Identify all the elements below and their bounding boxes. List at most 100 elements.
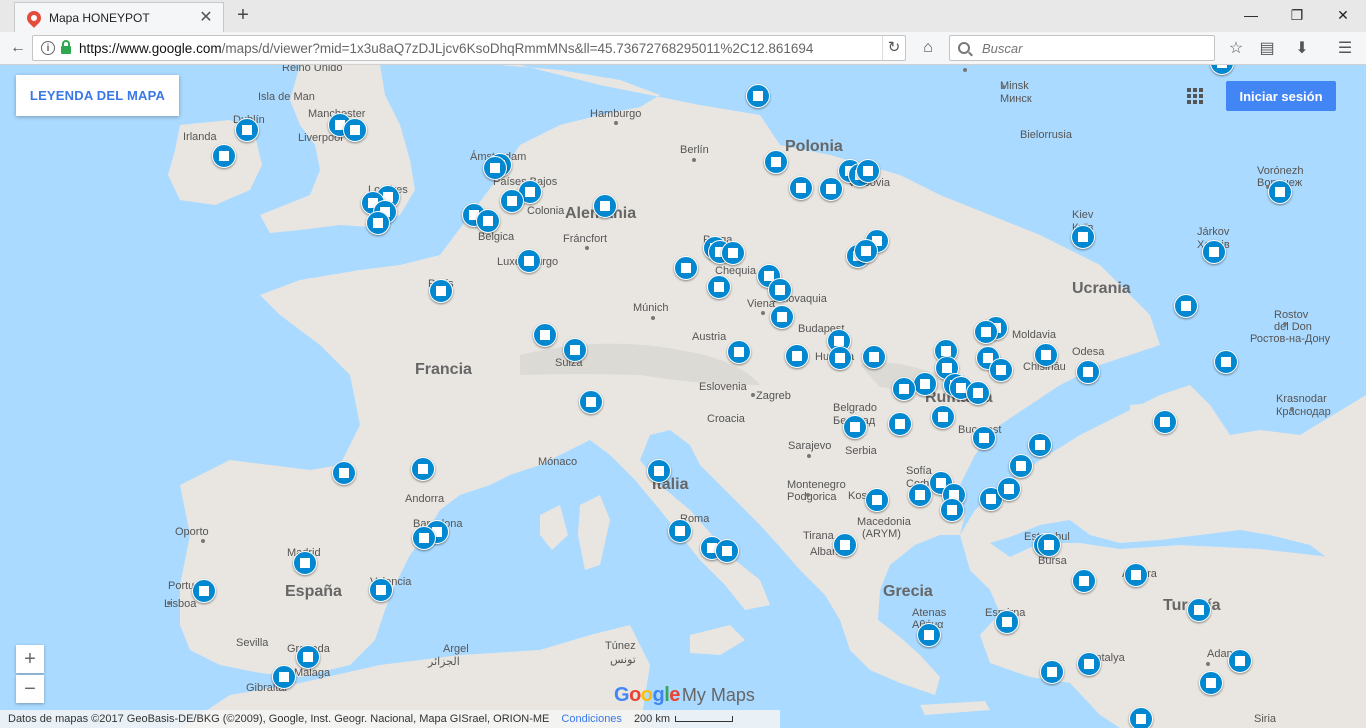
map-marker-pin[interactable] bbox=[647, 459, 671, 483]
map-marker-pin[interactable] bbox=[770, 305, 794, 329]
zoom-in-button[interactable]: + bbox=[16, 645, 44, 673]
map-marker-pin[interactable] bbox=[1071, 225, 1095, 249]
map-marker-pin[interactable] bbox=[833, 533, 857, 557]
bookmark-star-icon[interactable]: ☆ bbox=[1224, 36, 1248, 60]
new-tab-button[interactable]: + bbox=[234, 5, 252, 25]
map-marker-pin[interactable] bbox=[579, 390, 603, 414]
map-marker-pin[interactable] bbox=[721, 241, 745, 265]
map-marker-pin[interactable] bbox=[674, 256, 698, 280]
map-marker-pin[interactable] bbox=[517, 249, 541, 273]
close-window-button[interactable]: ✕ bbox=[1320, 0, 1366, 30]
map-marker-pin[interactable] bbox=[997, 477, 1021, 501]
map-marker-pin[interactable] bbox=[1009, 454, 1033, 478]
map-marker-pin[interactable] bbox=[1187, 598, 1211, 622]
map-marker-pin[interactable] bbox=[429, 279, 453, 303]
map-marker-pin[interactable] bbox=[1072, 569, 1096, 593]
minimize-button[interactable]: — bbox=[1228, 0, 1274, 30]
menu-icon[interactable]: ☰ bbox=[1333, 36, 1357, 60]
map-marker-pin[interactable] bbox=[917, 623, 941, 647]
map-marker-pin[interactable] bbox=[974, 320, 998, 344]
map-marker-pin[interactable] bbox=[476, 209, 500, 233]
map-marker-pin[interactable] bbox=[892, 377, 916, 401]
map-marker-pin[interactable] bbox=[533, 323, 557, 347]
url-text[interactable]: https://www.google.com/maps/d/viewer?mid… bbox=[79, 41, 882, 56]
map-marker-pin[interactable] bbox=[1129, 707, 1153, 728]
map-marker-pin[interactable] bbox=[1037, 533, 1061, 557]
map-marker-pin[interactable] bbox=[1199, 671, 1223, 695]
map-marker-pin[interactable] bbox=[192, 579, 216, 603]
map-marker-pin[interactable] bbox=[1228, 649, 1252, 673]
scale-label[interactable]: 200 km bbox=[634, 713, 670, 725]
map-marker-pin[interactable] bbox=[972, 426, 996, 450]
map-marker-pin[interactable] bbox=[212, 144, 236, 168]
map-marker-pin[interactable] bbox=[819, 177, 843, 201]
map-marker-pin[interactable] bbox=[1174, 294, 1198, 318]
map-marker-pin[interactable] bbox=[913, 372, 937, 396]
maximize-button[interactable]: ❐ bbox=[1274, 0, 1320, 30]
map-marker-pin[interactable] bbox=[500, 189, 524, 213]
map-marker-pin[interactable] bbox=[483, 156, 507, 180]
map-marker-pin[interactable] bbox=[343, 118, 367, 142]
map-marker-pin[interactable] bbox=[727, 340, 751, 364]
map-marker-pin[interactable] bbox=[989, 358, 1013, 382]
map-marker-pin[interactable] bbox=[1153, 410, 1177, 434]
address-bar[interactable]: i https://www.google.com/maps/d/viewer?m… bbox=[32, 35, 906, 61]
map-marker-pin[interactable] bbox=[931, 405, 955, 429]
map-marker-pin[interactable] bbox=[854, 239, 878, 263]
map-marker-pin[interactable] bbox=[856, 159, 880, 183]
reading-list-icon[interactable]: ▤ bbox=[1255, 36, 1279, 60]
info-icon[interactable]: i bbox=[41, 41, 55, 55]
map-marker-pin[interactable] bbox=[369, 578, 393, 602]
map-marker-pin[interactable] bbox=[366, 211, 390, 235]
map-marker-pin[interactable] bbox=[412, 526, 436, 550]
tab-close-icon[interactable]: ✕ bbox=[199, 9, 213, 25]
map-marker-pin[interactable] bbox=[940, 498, 964, 522]
map-marker-pin[interactable] bbox=[785, 344, 809, 368]
map-marker-pin[interactable] bbox=[593, 194, 617, 218]
map-marker-pin[interactable] bbox=[1124, 563, 1148, 587]
home-icon[interactable]: ⌂ bbox=[916, 36, 940, 60]
map-marker-pin[interactable] bbox=[908, 483, 932, 507]
map-marker-pin[interactable] bbox=[235, 118, 259, 142]
map-marker-pin[interactable] bbox=[828, 346, 852, 370]
map-marker-pin[interactable] bbox=[563, 338, 587, 362]
map-marker-pin[interactable] bbox=[272, 665, 296, 689]
map-marker-pin[interactable] bbox=[668, 519, 692, 543]
downloads-icon[interactable]: ⬇ bbox=[1290, 36, 1314, 60]
browser-tab[interactable]: Mapa HONEYPOT ✕ bbox=[14, 2, 224, 32]
map-marker-pin[interactable] bbox=[995, 610, 1019, 634]
map-marker-pin[interactable] bbox=[746, 84, 770, 108]
terms-link[interactable]: Condiciones bbox=[561, 713, 622, 725]
map-marker-pin[interactable] bbox=[1076, 360, 1100, 384]
map-marker-pin[interactable] bbox=[862, 345, 886, 369]
search-input[interactable] bbox=[980, 39, 1204, 57]
map-marker-pin[interactable] bbox=[1202, 240, 1226, 264]
map-marker-pin[interactable] bbox=[1028, 433, 1052, 457]
map-marker-pin[interactable] bbox=[768, 278, 792, 302]
map-marker-pin[interactable] bbox=[888, 412, 912, 436]
map-marker-pin[interactable] bbox=[707, 275, 731, 299]
map-marker-pin[interactable] bbox=[1214, 350, 1238, 374]
map-marker-pin[interactable] bbox=[715, 539, 739, 563]
map-legend-button[interactable]: LEYENDA DEL MAPA bbox=[16, 75, 179, 116]
map-marker-pin[interactable] bbox=[843, 415, 867, 439]
map-marker-pin[interactable] bbox=[865, 488, 889, 512]
map-marker-pin[interactable] bbox=[1040, 660, 1064, 684]
search-box[interactable] bbox=[949, 35, 1215, 61]
map-marker-pin[interactable] bbox=[1077, 652, 1101, 676]
reload-icon[interactable]: ↻ bbox=[882, 36, 905, 60]
map-marker-pin[interactable] bbox=[764, 150, 788, 174]
signin-button[interactable]: Iniciar sesión bbox=[1226, 81, 1336, 111]
map-marker-pin[interactable] bbox=[296, 645, 320, 669]
map-marker-pin[interactable] bbox=[1268, 180, 1292, 204]
map-marker-pin[interactable] bbox=[293, 551, 317, 575]
map-marker-pin[interactable] bbox=[1034, 343, 1058, 367]
back-button[interactable]: ← bbox=[6, 36, 30, 60]
map-canvas[interactable]: Polonia Alemania Francia España Ucrania … bbox=[0, 65, 1366, 728]
map-marker-pin[interactable] bbox=[789, 176, 813, 200]
map-marker-pin[interactable] bbox=[411, 457, 435, 481]
map-marker-pin[interactable] bbox=[966, 381, 990, 405]
map-marker-pin[interactable] bbox=[332, 461, 356, 485]
google-apps-icon[interactable] bbox=[1187, 88, 1203, 104]
zoom-out-button[interactable]: − bbox=[16, 675, 44, 703]
